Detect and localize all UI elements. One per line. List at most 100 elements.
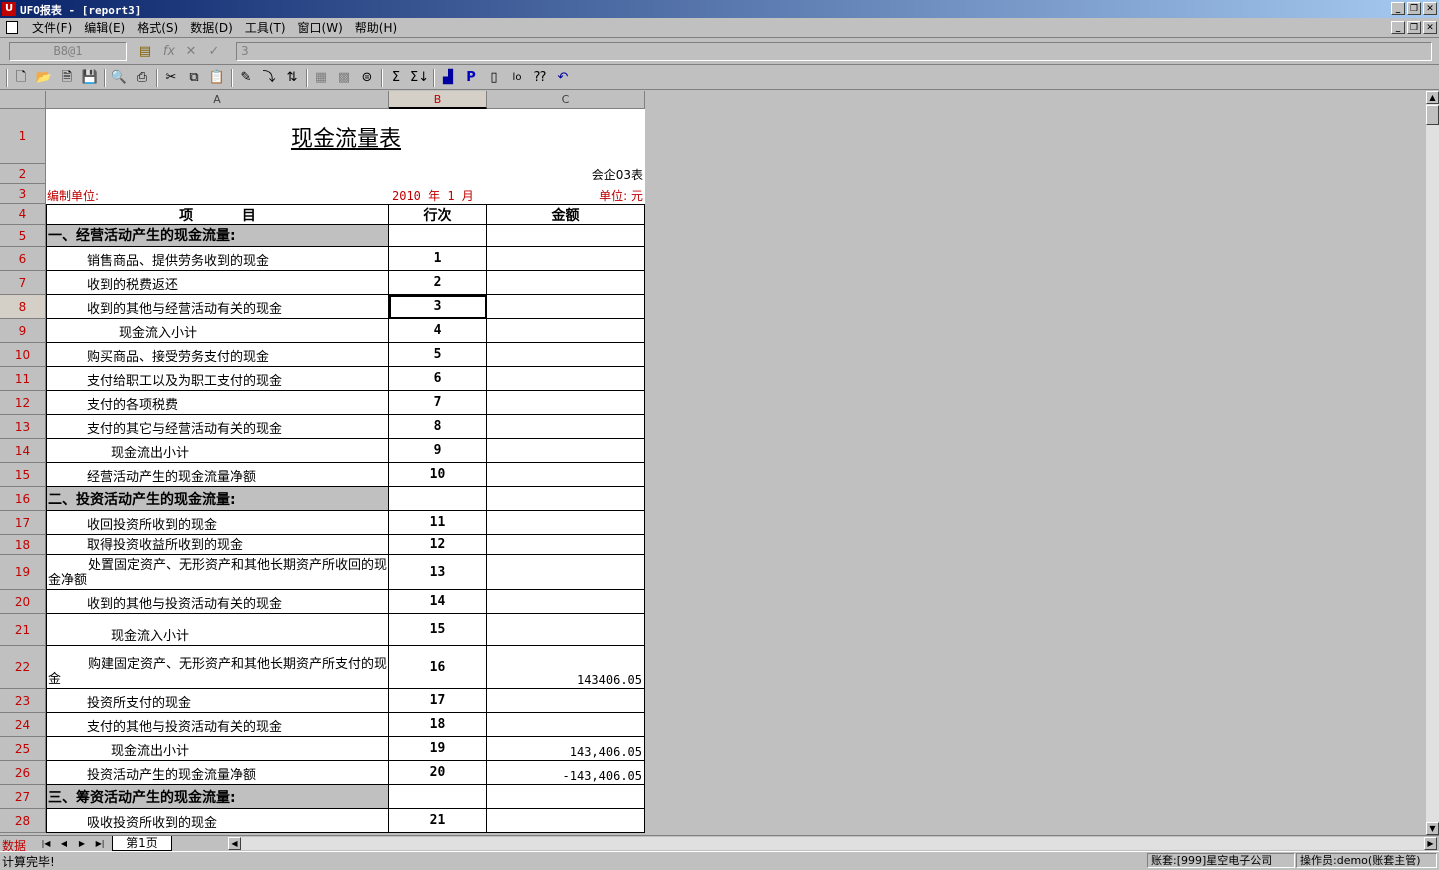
- amount-cell[interactable]: [487, 247, 645, 271]
- fx-icon[interactable]: fx: [160, 43, 178, 61]
- item-cell[interactable]: 支付的其他与投资活动有关的现金: [46, 713, 389, 737]
- confirm-icon[interactable]: ✓: [205, 43, 223, 61]
- line-number-cell[interactable]: 21: [389, 809, 487, 833]
- restore-icon[interactable]: ❐: [1407, 2, 1421, 15]
- amount-cell[interactable]: [487, 439, 645, 463]
- cell-reference-box[interactable]: B8@1: [9, 42, 127, 61]
- item-cell[interactable]: 购建固定资产、无形资产和其他长期资产所支付的现金: [46, 646, 389, 689]
- item-cell[interactable]: 现金流出小计: [46, 439, 389, 463]
- chart-icon[interactable]: ▟: [439, 69, 457, 87]
- row-header[interactable]: 12: [0, 391, 46, 415]
- prev-sheet-icon[interactable]: ◀: [58, 838, 70, 850]
- item-cell[interactable]: 收到的其他与经营活动有关的现金: [46, 295, 389, 319]
- amount-cell[interactable]: [487, 713, 645, 737]
- item-cell[interactable]: 吸收投资所收到的现金: [46, 809, 389, 833]
- row-header[interactable]: 16: [0, 487, 46, 511]
- sum-icon[interactable]: Σ: [387, 69, 405, 87]
- amount-cell[interactable]: 143406.05: [487, 646, 645, 689]
- row-header[interactable]: 18: [0, 535, 46, 555]
- item-cell[interactable]: 支付的各项税费: [46, 391, 389, 415]
- row-header[interactable]: 8: [0, 295, 46, 319]
- line-number-cell[interactable]: [389, 785, 487, 809]
- item-cell[interactable]: 收到的其他与投资活动有关的现金: [46, 590, 389, 614]
- column-header-a[interactable]: A: [46, 91, 389, 109]
- line-number-cell[interactable]: 13: [389, 555, 487, 590]
- amount-cell[interactable]: [487, 809, 645, 833]
- app-icon[interactable]: U: [2, 2, 16, 16]
- sum-down-icon[interactable]: Σ↓: [410, 69, 429, 87]
- child-minimize-icon[interactable]: _: [1391, 21, 1405, 34]
- line-number-cell[interactable]: 10: [389, 463, 487, 487]
- item-cell[interactable]: 处置固定资产、无形资产和其他长期资产所收回的现金净额: [46, 555, 389, 590]
- menu-item-6[interactable]: 帮助(H): [349, 20, 403, 36]
- item-cell[interactable]: 三、筹资活动产生的现金流量:: [46, 785, 389, 809]
- row-header[interactable]: 23: [0, 689, 46, 713]
- scroll-thumb[interactable]: [1426, 105, 1439, 125]
- item-cell[interactable]: 投资活动产生的现金流量净额: [46, 761, 389, 785]
- new-sheet-icon[interactable]: 🗎: [58, 69, 76, 87]
- paste-icon[interactable]: 📋: [208, 69, 226, 87]
- amount-cell[interactable]: [487, 343, 645, 367]
- row-header[interactable]: 10: [0, 343, 46, 367]
- amount-cell[interactable]: [487, 319, 645, 343]
- item-cell[interactable]: 投资所支付的现金: [46, 689, 389, 713]
- menu-item-2[interactable]: 格式(S): [131, 20, 184, 36]
- item-cell[interactable]: 取得投资收益所收到的现金: [46, 535, 389, 555]
- line-number-cell[interactable]: 19: [389, 737, 487, 761]
- row-header[interactable]: 27: [0, 785, 46, 809]
- amount-cell[interactable]: [487, 614, 645, 646]
- line-number-cell[interactable]: 16: [389, 646, 487, 689]
- row-header[interactable]: 13: [0, 415, 46, 439]
- line-number-cell[interactable]: 7: [389, 391, 487, 415]
- amount-cell[interactable]: [487, 535, 645, 555]
- item-cell[interactable]: 二、投资活动产生的现金流量:: [46, 487, 389, 511]
- line-number-cell[interactable]: [389, 225, 487, 247]
- row-header[interactable]: 15: [0, 463, 46, 487]
- item-cell[interactable]: 购买商品、接受劳务支付的现金: [46, 343, 389, 367]
- row-header[interactable]: 28: [0, 809, 46, 833]
- scroll-left-icon[interactable]: ◀: [228, 837, 241, 850]
- help-pointer-icon[interactable]: ⁇: [531, 69, 549, 87]
- amount-cell[interactable]: [487, 415, 645, 439]
- scroll-up-icon[interactable]: ▲: [1426, 91, 1439, 104]
- line-number-cell[interactable]: 1: [389, 247, 487, 271]
- line-number-cell[interactable]: 20: [389, 761, 487, 785]
- row-header[interactable]: 19: [0, 555, 46, 590]
- line-number-cell[interactable]: 12: [389, 535, 487, 555]
- row-header[interactable]: 3: [0, 184, 46, 204]
- cancel-icon[interactable]: ✕: [182, 43, 200, 61]
- menu-item-4[interactable]: 工具(T): [239, 20, 292, 36]
- open-folder-icon[interactable]: 📂: [35, 69, 53, 87]
- amount-cell[interactable]: [487, 225, 645, 247]
- amount-cell[interactable]: [487, 590, 645, 614]
- select-all-corner[interactable]: [0, 91, 46, 109]
- amount-cell[interactable]: [487, 295, 645, 319]
- amount-cell[interactable]: [487, 487, 645, 511]
- print-icon[interactable]: ⎙: [133, 69, 151, 87]
- line-number-cell[interactable]: 11: [389, 511, 487, 535]
- item-cell[interactable]: 收回投资所收到的现金: [46, 511, 389, 535]
- horizontal-scrollbar[interactable]: ◀ ▶: [228, 837, 1437, 850]
- formula-input[interactable]: 3: [236, 42, 1432, 61]
- row-header[interactable]: 11: [0, 367, 46, 391]
- row-header[interactable]: 14: [0, 439, 46, 463]
- row-header[interactable]: 6: [0, 247, 46, 271]
- amount-cell[interactable]: [487, 367, 645, 391]
- merge-cells-icon[interactable]: ▦: [312, 69, 330, 87]
- page-icon[interactable]: ▯: [485, 69, 503, 87]
- column-header-c[interactable]: C: [487, 91, 645, 109]
- menu-item-1[interactable]: 编辑(E): [78, 20, 131, 36]
- row-header[interactable]: 24: [0, 713, 46, 737]
- row-header[interactable]: 5: [0, 225, 46, 247]
- document-icon[interactable]: [6, 21, 18, 34]
- item-cell[interactable]: 支付给职工以及为职工支付的现金: [46, 367, 389, 391]
- row-header[interactable]: 21: [0, 614, 46, 646]
- line-number-cell[interactable]: 2: [389, 271, 487, 295]
- line-number-cell[interactable]: 15: [389, 614, 487, 646]
- item-cell[interactable]: 现金流出小计: [46, 737, 389, 761]
- item-cell[interactable]: 支付的其它与经营活动有关的现金: [46, 415, 389, 439]
- minimize-icon[interactable]: _: [1391, 2, 1405, 15]
- last-sheet-icon[interactable]: ▶|: [94, 838, 106, 850]
- amount-cell[interactable]: [487, 391, 645, 415]
- item-cell[interactable]: 销售商品、提供劳务收到的现金: [46, 247, 389, 271]
